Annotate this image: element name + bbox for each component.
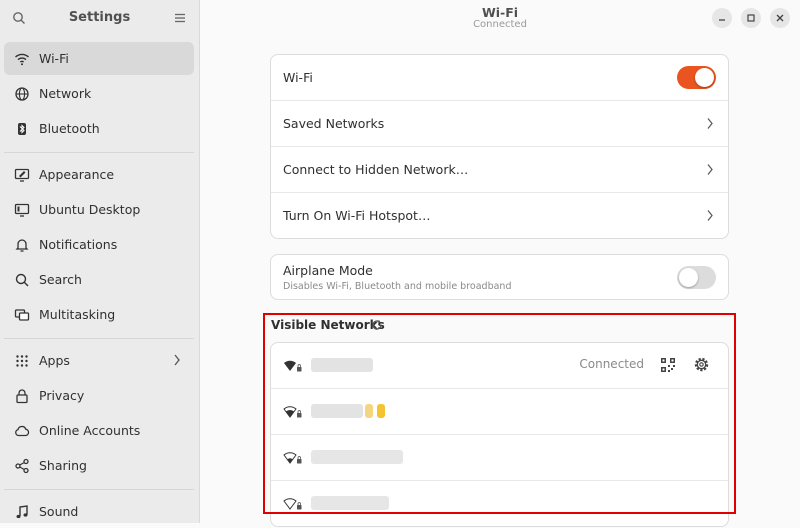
sidebar-item-ubuntu-desktop[interactable]: Ubuntu Desktop: [4, 193, 194, 226]
maximize-icon: [747, 14, 755, 22]
sidebar-item-label: Network: [39, 86, 92, 101]
chevron-right-icon: [707, 210, 713, 221]
sidebar-item-label: Sharing: [39, 458, 87, 473]
cloud-icon: [15, 425, 30, 436]
sidebar-item-label: Ubuntu Desktop: [39, 202, 141, 217]
sidebar-item-multitasking[interactable]: Multitasking: [4, 298, 194, 331]
sidebar-item-online-accounts[interactable]: Online Accounts: [4, 414, 194, 447]
sidebar-item-appearance[interactable]: Appearance: [4, 158, 194, 191]
desktop-icon: [14, 203, 30, 217]
wifi-label: Wi-Fi: [283, 70, 313, 85]
minimize-button[interactable]: [712, 8, 732, 28]
switch-knob: [695, 68, 714, 87]
sidebar-item-label: Search: [39, 272, 82, 287]
sidebar-title: Settings: [68, 10, 131, 25]
multitasking-icon: [14, 308, 30, 321]
sidebar-divider: [4, 338, 194, 339]
bluetooth-icon: [18, 122, 26, 135]
sidebar-item-label: Privacy: [39, 388, 85, 403]
saved-networks-label: Saved Networks: [283, 116, 385, 131]
sidebar-item-label: Apps: [39, 353, 70, 368]
close-icon: [776, 14, 784, 22]
sidebar-item-label: Appearance: [39, 167, 115, 182]
page-subtitle: Connected: [473, 19, 527, 30]
hidden-network-label: Connect to Hidden Network…: [283, 162, 469, 177]
sidebar: Settings Wi-Fi Network Bluetooth Appeara…: [0, 0, 200, 523]
airplane-mode-title: Airplane Mode: [283, 263, 373, 278]
airplane-mode-card: Airplane Mode Disables Wi-Fi, Bluetooth …: [270, 254, 729, 300]
saved-networks-row[interactable]: Saved Networks: [271, 101, 728, 147]
sidebar-item-search[interactable]: Search: [4, 263, 194, 296]
appearance-icon: [14, 168, 30, 182]
maximize-button[interactable]: [741, 8, 761, 28]
music-note-icon: [16, 504, 28, 518]
airplane-mode-description: Disables Wi-Fi, Bluetooth and mobile bro…: [283, 281, 512, 292]
sidebar-item-bluetooth[interactable]: Bluetooth: [4, 112, 194, 145]
sidebar-item-label: Online Accounts: [39, 423, 141, 438]
wifi-toggle-row[interactable]: Wi-Fi: [271, 55, 728, 101]
wifi-settings-card: Wi-Fi Saved Networks Connect to Hidden N…: [270, 54, 729, 239]
sidebar-header: Settings: [0, 0, 199, 36]
sidebar-item-privacy[interactable]: Privacy: [4, 379, 194, 412]
highlight-annotation: [263, 313, 736, 514]
page-title: Wi-Fi: [481, 5, 519, 20]
apps-grid-icon: [16, 354, 28, 367]
sidebar-item-wifi[interactable]: Wi-Fi: [4, 42, 194, 75]
wifi-icon: [15, 53, 29, 65]
sidebar-item-notifications[interactable]: Notifications: [4, 228, 194, 261]
sidebar-divider: [4, 152, 194, 153]
sidebar-divider: [4, 489, 194, 490]
sidebar-item-label: Multitasking: [39, 307, 116, 322]
hidden-network-row[interactable]: Connect to Hidden Network…: [271, 147, 728, 193]
minimize-icon: [719, 19, 725, 21]
hotspot-row[interactable]: Turn On Wi-Fi Hotspot…: [271, 193, 728, 238]
sidebar-item-network[interactable]: Network: [4, 77, 194, 110]
hotspot-label: Turn On Wi-Fi Hotspot…: [283, 208, 431, 223]
sidebar-item-label: Wi-Fi: [39, 51, 69, 66]
close-button[interactable]: [770, 8, 790, 28]
sidebar-item-sharing[interactable]: Sharing: [4, 449, 194, 482]
sidebar-item-label: Bluetooth: [39, 121, 100, 136]
chevron-right-icon: [174, 354, 180, 366]
switch-knob: [679, 268, 698, 287]
chevron-right-icon: [707, 164, 713, 175]
sidebar-item-sound[interactable]: Sound: [4, 495, 194, 528]
sidebar-item-label: Notifications: [39, 237, 118, 252]
chevron-right-icon: [707, 118, 713, 129]
sidebar-item-label: Sound: [39, 504, 79, 519]
bell-icon: [15, 238, 29, 252]
lock-icon: [16, 388, 28, 403]
network-globe-icon: [15, 86, 29, 101]
wifi-switch[interactable]: [677, 66, 716, 89]
search-icon: [15, 273, 29, 286]
hamburger-menu-icon[interactable]: [173, 11, 187, 25]
airplane-mode-switch[interactable]: [677, 266, 716, 289]
share-icon: [15, 458, 29, 473]
sidebar-item-apps[interactable]: Apps: [4, 344, 194, 377]
